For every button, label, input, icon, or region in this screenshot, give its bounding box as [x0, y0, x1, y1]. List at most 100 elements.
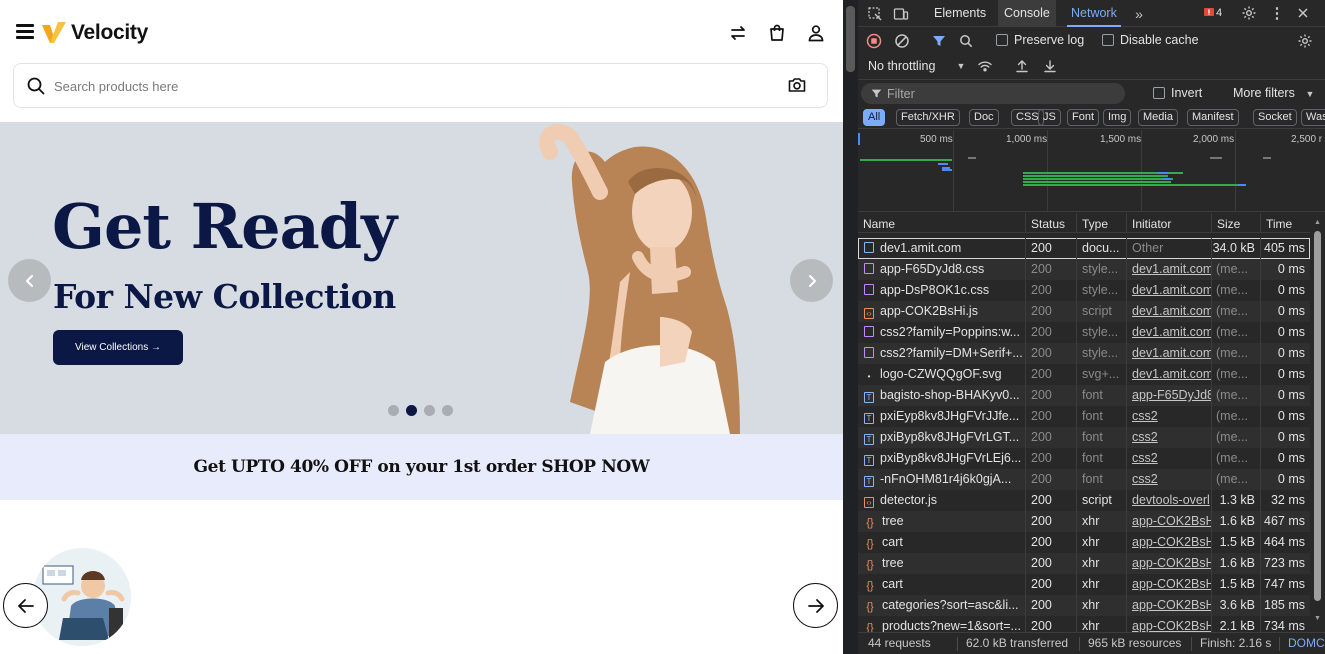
- cell-initiator[interactable]: app-COK2BsHi: [1126, 532, 1211, 553]
- menu-icon[interactable]: [16, 24, 34, 40]
- scroll-down-icon[interactable]: ▼: [1314, 615, 1321, 622]
- settings-gear-icon[interactable]: [1240, 4, 1258, 22]
- filter-chip-all[interactable]: All: [863, 109, 886, 126]
- cell-initiator[interactable]: dev1.amit.com: [1126, 343, 1211, 364]
- filter-chip-fetchxhr[interactable]: Fetch/XHR: [896, 109, 960, 126]
- filter-chip-media[interactable]: Media: [1138, 109, 1178, 126]
- cell-initiator[interactable]: app-COK2BsHi: [1126, 511, 1211, 532]
- dropdown-arrow-icon[interactable]: ▼: [1304, 88, 1316, 100]
- carousel-dot[interactable]: [442, 405, 453, 416]
- scrollbar-thumb[interactable]: [846, 6, 855, 72]
- cell-initiator[interactable]: css2: [1126, 469, 1211, 490]
- inspect-element-icon[interactable]: [866, 5, 884, 23]
- preserve-log-checkbox[interactable]: [996, 34, 1008, 46]
- request-row[interactable]: • logo-CZWQQgOF.svg 200 svg+... dev1.amit.co…: [858, 364, 1310, 385]
- clear-icon[interactable]: [893, 32, 911, 50]
- search-input[interactable]: [54, 72, 774, 100]
- dropdown-arrow-icon[interactable]: ▼: [954, 59, 968, 73]
- carousel-dot[interactable]: [424, 405, 435, 416]
- search-icon[interactable]: [957, 32, 975, 50]
- throttling-select[interactable]: No throttling: [868, 59, 935, 73]
- filter-chip-js[interactable]: JS: [1038, 109, 1061, 126]
- request-row[interactable]: {} categories?sort=asc&li... 200 xhr app-COK…: [858, 595, 1310, 616]
- disable-cache-checkbox[interactable]: [1102, 34, 1114, 46]
- network-conditions-icon[interactable]: [976, 57, 994, 75]
- column-header-size[interactable]: Size: [1211, 213, 1260, 233]
- tab-network[interactable]: Network: [1067, 0, 1121, 27]
- filter-chip-doc[interactable]: Doc: [969, 109, 999, 126]
- cell-initiator[interactable]: app-COK2BsHi: [1126, 553, 1211, 574]
- invert-checkbox[interactable]: [1153, 87, 1165, 99]
- cell-initiator[interactable]: css2: [1126, 448, 1211, 469]
- page-scrollbar[interactable]: [843, 0, 858, 654]
- request-row[interactable]: {} cart 200 xhr app-COK2BsHi 1.5 kB 747 ms: [858, 574, 1310, 595]
- cell-initiator[interactable]: app-COK2BsHi: [1126, 616, 1211, 632]
- tab-console[interactable]: Console: [998, 0, 1056, 27]
- carousel-dot[interactable]: [406, 405, 417, 416]
- camera-icon[interactable]: [787, 75, 807, 95]
- request-row[interactable]: css2?family=DM+Serif+... 200 style... dev1.…: [858, 343, 1310, 364]
- cell-initiator[interactable]: dev1.amit.com: [1126, 364, 1211, 385]
- hero-next-button[interactable]: [790, 259, 833, 302]
- filter-chip-manifest[interactable]: Manifest: [1187, 109, 1239, 126]
- shopping-bag-icon[interactable]: [766, 22, 788, 44]
- close-icon[interactable]: [1294, 4, 1312, 22]
- user-icon[interactable]: [805, 22, 827, 44]
- filter-chip-img[interactable]: Img: [1103, 109, 1132, 126]
- more-tabs-icon[interactable]: »: [1130, 5, 1148, 23]
- request-row[interactable]: {} tree 200 xhr app-COK2BsHi 1.6 kB 723 ms: [858, 553, 1310, 574]
- request-row[interactable]: dev1.amit.com 200 docu... Other 34.0 kB 405 m…: [858, 238, 1310, 260]
- carousel-dot[interactable]: [388, 405, 399, 416]
- request-row[interactable]: ‹› app-COK2BsHi.js 200 script dev1.amit.com(…: [858, 301, 1310, 322]
- scroll-up-icon[interactable]: ▲: [1314, 219, 1321, 226]
- column-header-type[interactable]: Type: [1076, 213, 1126, 233]
- cell-initiator[interactable]: app-COK2BsHi: [1126, 595, 1211, 616]
- compare-icon[interactable]: [727, 22, 749, 44]
- category-thumbnail[interactable]: [33, 548, 131, 646]
- issues-flag-icon[interactable]: [1202, 6, 1216, 20]
- cell-initiator[interactable]: app-COK2BsHi: [1126, 574, 1211, 595]
- promo-banner[interactable]: Get UPTO 40% OFF on your 1st order SHOP …: [0, 434, 843, 500]
- column-header-time[interactable]: Time: [1260, 213, 1310, 233]
- column-header-status[interactable]: Status: [1025, 213, 1076, 233]
- record-stop-icon[interactable]: [865, 32, 883, 50]
- request-row[interactable]: T -nFnOHM81r4j6k0gjA... 200 font css2 (me... 0…: [858, 469, 1310, 490]
- cell-initiator[interactable]: devtools-overl: [1126, 490, 1211, 511]
- cell-initiator[interactable]: dev1.amit.com: [1126, 301, 1211, 322]
- filter-funnel-icon[interactable]: [930, 32, 948, 50]
- request-row[interactable]: {} products?new=1&sort=... 200 xhr app-COK2B…: [858, 616, 1310, 632]
- tab-elements[interactable]: Elements: [932, 0, 988, 27]
- request-row[interactable]: Tbagisto-shop-BHAKyv0... 200 font app-F65Dy…: [858, 385, 1310, 406]
- request-row[interactable]: {} cart 200 xhr app-COK2BsHi 1.5 kB 464 ms: [858, 532, 1310, 553]
- hero-prev-button[interactable]: [8, 259, 51, 302]
- cell-initiator[interactable]: css2: [1126, 427, 1211, 448]
- cell-initiator[interactable]: css2: [1126, 406, 1211, 427]
- request-row[interactable]: {} tree 200 xhr app-COK2BsHi 1.6 kB 467 ms: [858, 511, 1310, 532]
- filter-input[interactable]: [887, 85, 1117, 102]
- request-row[interactable]: TpxiByp8kv8JHgFVrLEj6... 200 font css2 (me..…: [858, 448, 1310, 469]
- column-header-initiator[interactable]: Initiator: [1126, 213, 1211, 233]
- network-settings-icon[interactable]: [1296, 32, 1314, 50]
- issues-count[interactable]: 4: [1216, 7, 1222, 19]
- cell-initiator[interactable]: app-F65DyJd8: [1126, 385, 1211, 406]
- cell-initiator[interactable]: dev1.amit.com: [1126, 280, 1211, 301]
- column-header-name[interactable]: Name: [858, 213, 1025, 233]
- cell-initiator[interactable]: dev1.amit.com: [1126, 322, 1211, 343]
- request-row[interactable]: css2?family=Poppins:w... 200 style... dev1.…: [858, 322, 1310, 343]
- table-scrollbar[interactable]: ▲ ▼: [1310, 213, 1325, 632]
- import-har-icon[interactable]: [1013, 57, 1031, 75]
- request-row[interactable]: TpxiEyp8kv8JHgFVrJJfe... 200 font css2 (me..…: [858, 406, 1310, 427]
- filter-chip-socket[interactable]: Socket: [1253, 109, 1297, 126]
- cell-initiator[interactable]: dev1.amit.com: [1126, 259, 1211, 280]
- export-har-icon[interactable]: [1041, 57, 1059, 75]
- request-row[interactable]: app-DsP8OK1c.css 200 style... dev1.amit.com…: [858, 280, 1310, 301]
- request-row[interactable]: app-F65DyJd8.css 200 style... dev1.amit.com…: [858, 259, 1310, 280]
- scrollbar-thumb[interactable]: [1314, 231, 1321, 601]
- more-filters-button[interactable]: More filters: [1233, 86, 1295, 100]
- network-overview-timeline[interactable]: 500 ms 1,000 ms 1,500 ms 2,000 ms 2,500 r: [858, 130, 1325, 212]
- kebab-menu-icon[interactable]: ⋮: [1268, 4, 1286, 22]
- request-row[interactable]: ‹› detector.js 200 script devtools-overl 1.3 …: [858, 490, 1310, 511]
- device-toolbar-icon[interactable]: [892, 5, 910, 23]
- logo[interactable]: Velocity: [40, 19, 148, 47]
- category-prev-button[interactable]: [3, 583, 48, 628]
